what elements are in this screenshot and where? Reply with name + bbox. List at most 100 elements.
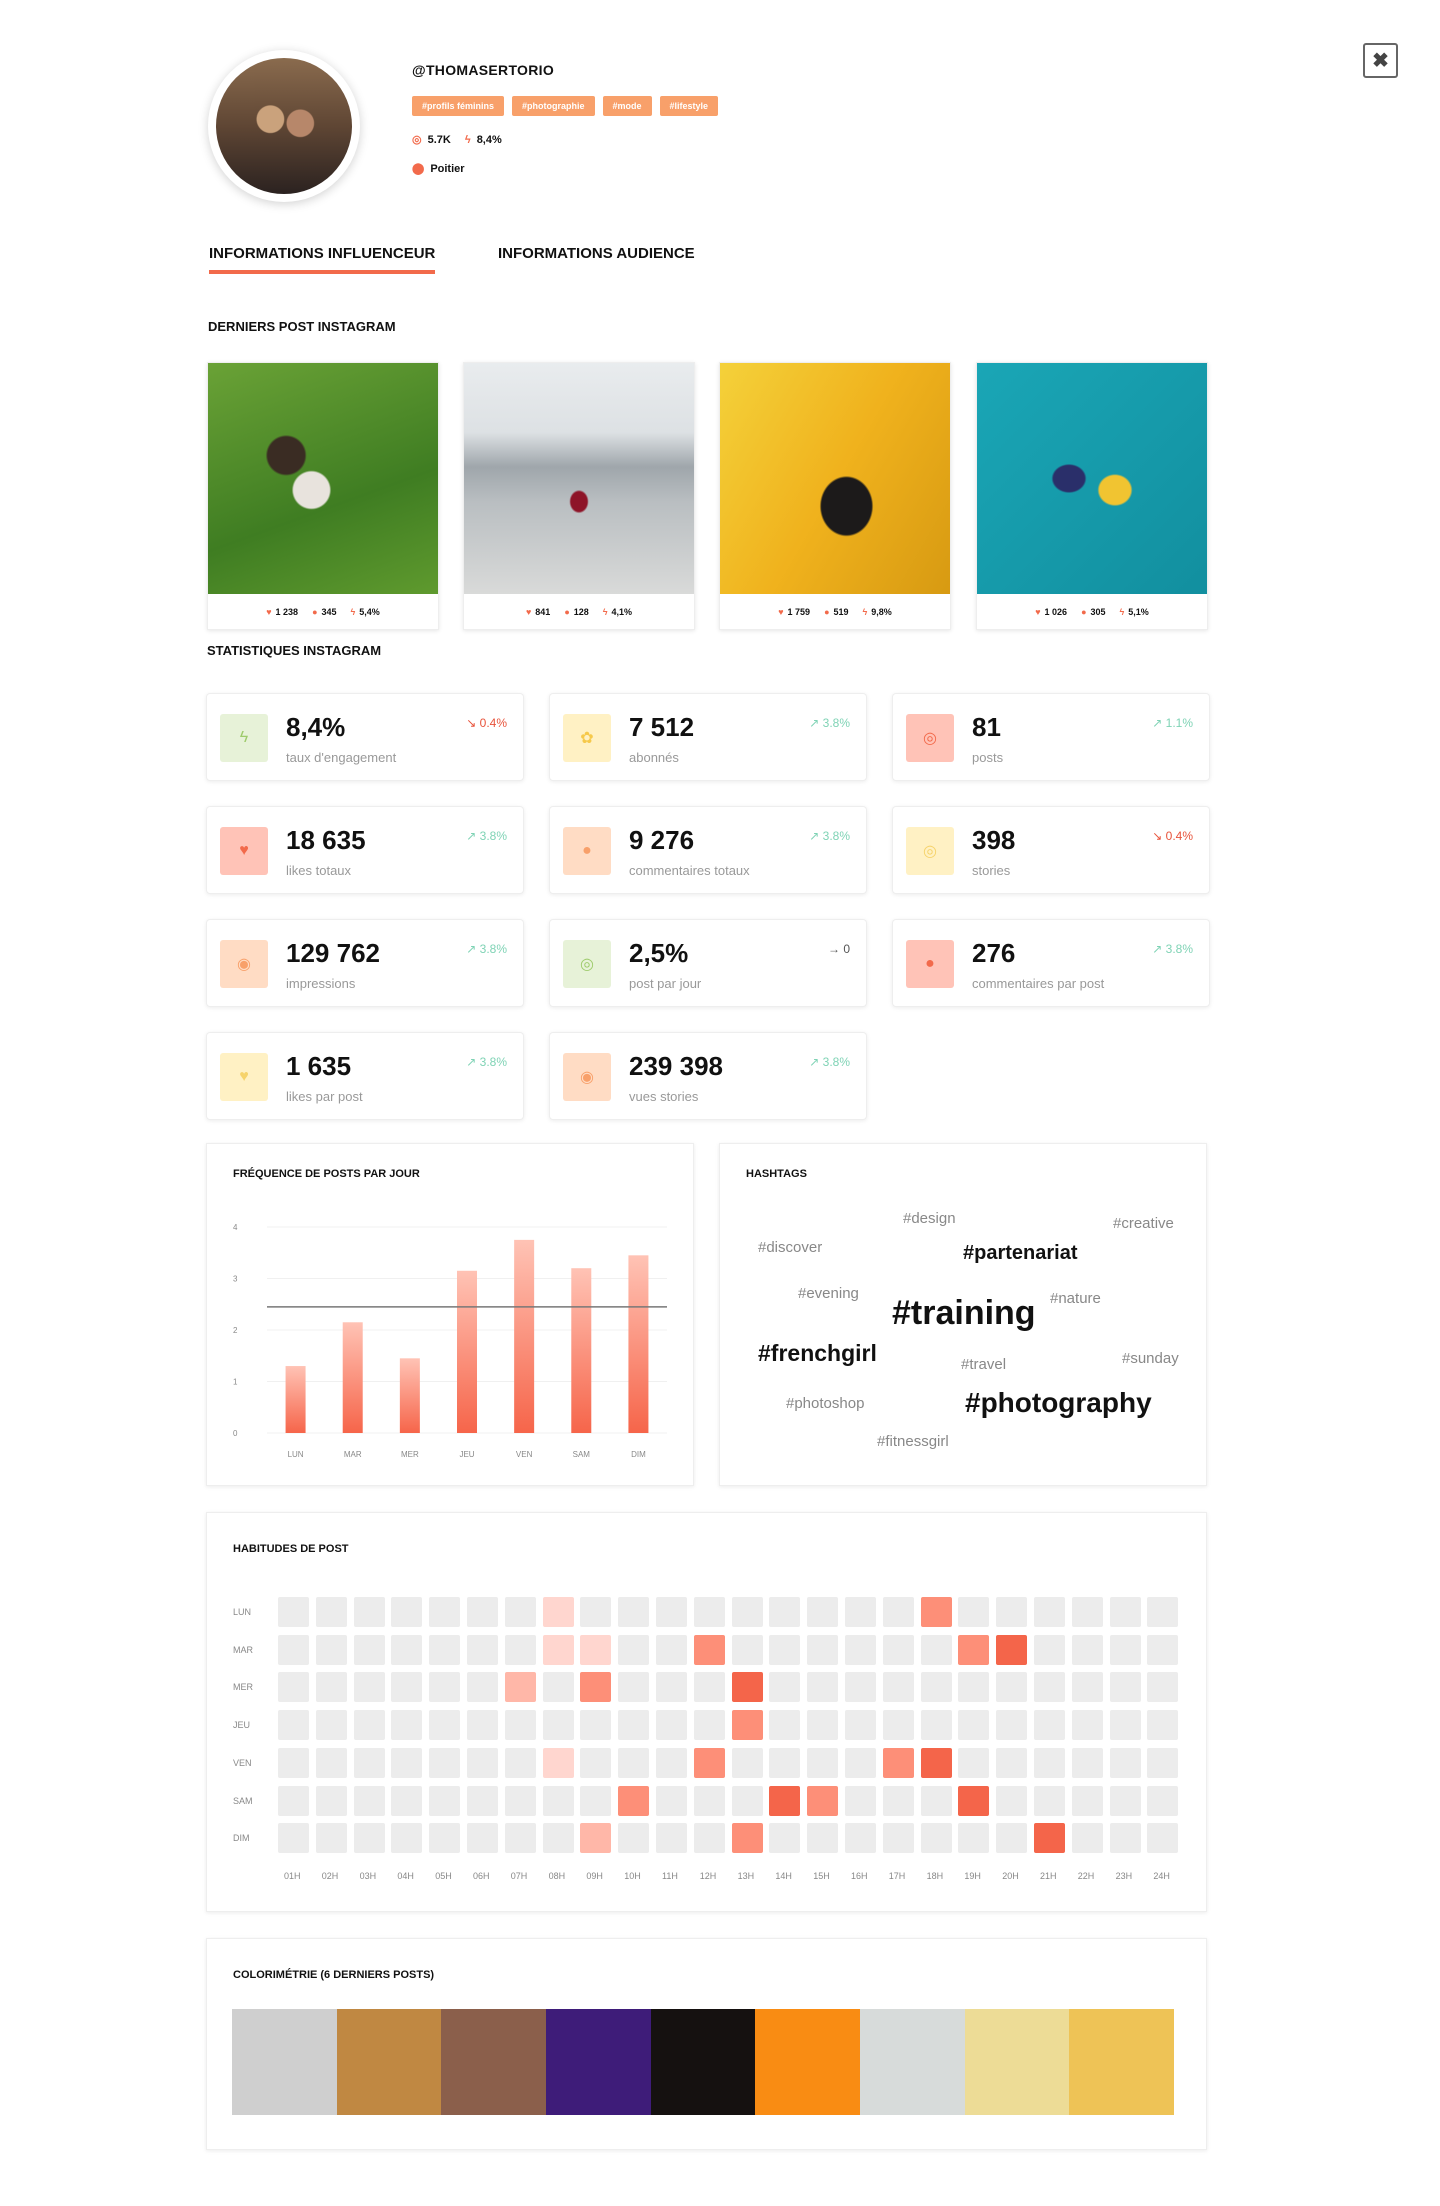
heatmap-cell[interactable] [315, 1823, 347, 1854]
heatmap-cell[interactable] [580, 1597, 612, 1627]
heatmap-cell[interactable] [920, 1634, 952, 1665]
heatmap-cell[interactable] [1071, 1823, 1103, 1854]
heatmap-cell[interactable] [1109, 1823, 1141, 1854]
heatmap-cell[interactable] [996, 1597, 1028, 1627]
hashtag[interactable]: #travel [961, 1356, 1006, 1373]
heatmap-cell[interactable] [1034, 1597, 1065, 1627]
heatmap-cell[interactable] [769, 1823, 801, 1854]
heatmap-cell[interactable] [807, 1710, 839, 1741]
heatmap-cell[interactable] [1109, 1785, 1141, 1816]
heatmap-cell[interactable] [920, 1710, 952, 1741]
heatmap-cell[interactable] [1034, 1672, 1065, 1703]
hashtag[interactable]: #fitnessgirl [877, 1433, 949, 1450]
heatmap-cell[interactable] [807, 1597, 839, 1627]
hashtag[interactable]: #design [903, 1210, 956, 1227]
heatmap-cell[interactable] [618, 1710, 650, 1741]
heatmap-cell[interactable] [580, 1823, 612, 1854]
heatmap-cell[interactable] [882, 1597, 914, 1627]
heatmap-cell[interactable] [920, 1785, 952, 1816]
post-card[interactable]: ♥ 1 238 ● 345 ϟ 5,4% [207, 362, 439, 630]
hashtag[interactable]: #photoshop [786, 1395, 864, 1412]
heatmap-cell[interactable] [1147, 1597, 1179, 1627]
heatmap-cell[interactable] [618, 1747, 650, 1778]
heatmap-cell[interactable] [845, 1747, 876, 1778]
heatmap-cell[interactable] [504, 1672, 536, 1703]
heatmap-cell[interactable] [693, 1823, 725, 1854]
heatmap-cell[interactable] [1034, 1823, 1065, 1854]
heatmap-cell[interactable] [1147, 1747, 1179, 1778]
heatmap-cell[interactable] [731, 1710, 763, 1741]
heatmap-cell[interactable] [1109, 1672, 1141, 1703]
close-button[interactable]: ✖ [1363, 43, 1398, 78]
heatmap-cell[interactable] [920, 1672, 952, 1703]
heatmap-cell[interactable] [504, 1823, 536, 1854]
heatmap-cell[interactable] [1109, 1747, 1141, 1778]
heatmap-cell[interactable] [882, 1747, 914, 1778]
heatmap-cell[interactable] [429, 1747, 461, 1778]
heatmap-cell[interactable] [1071, 1634, 1103, 1665]
heatmap-cell[interactable] [353, 1823, 385, 1854]
heatmap-cell[interactable] [1034, 1634, 1065, 1665]
tag[interactable]: #lifestyle [659, 96, 719, 116]
heatmap-cell[interactable] [656, 1823, 687, 1854]
heatmap-cell[interactable] [353, 1785, 385, 1816]
heatmap-cell[interactable] [845, 1672, 876, 1703]
tag[interactable]: #photographie [512, 96, 595, 116]
heatmap-cell[interactable] [1071, 1785, 1103, 1816]
heatmap-cell[interactable] [731, 1747, 763, 1778]
heatmap-cell[interactable] [693, 1672, 725, 1703]
bar[interactable] [399, 1358, 420, 1433]
tab-audience[interactable]: INFORMATIONS AUDIENCE [498, 245, 695, 262]
bar[interactable] [285, 1366, 306, 1433]
heatmap-cell[interactable] [618, 1672, 650, 1703]
heatmap-cell[interactable] [731, 1785, 763, 1816]
heatmap-cell[interactable] [807, 1747, 839, 1778]
heatmap-cell[interactable] [958, 1823, 990, 1854]
heatmap-cell[interactable] [1034, 1785, 1065, 1816]
heatmap-cell[interactable] [618, 1785, 650, 1816]
heatmap-cell[interactable] [996, 1672, 1028, 1703]
heatmap-cell[interactable] [580, 1710, 612, 1741]
heatmap-cell[interactable] [391, 1710, 423, 1741]
heatmap-cell[interactable] [504, 1747, 536, 1778]
heatmap-cell[interactable] [958, 1597, 990, 1627]
heatmap-cell[interactable] [278, 1823, 309, 1854]
heatmap-cell[interactable] [504, 1785, 536, 1816]
heatmap-cell[interactable] [958, 1672, 990, 1703]
heatmap-cell[interactable] [467, 1710, 498, 1741]
hashtag[interactable]: #partenariat [963, 1242, 1078, 1265]
heatmap-cell[interactable] [1034, 1710, 1065, 1741]
heatmap-cell[interactable] [278, 1747, 309, 1778]
heatmap-cell[interactable] [542, 1672, 574, 1703]
heatmap-cell[interactable] [882, 1710, 914, 1741]
heatmap-cell[interactable] [769, 1710, 801, 1741]
heatmap-cell[interactable] [656, 1785, 687, 1816]
heatmap-cell[interactable] [1034, 1747, 1065, 1778]
heatmap-cell[interactable] [693, 1710, 725, 1741]
heatmap-cell[interactable] [656, 1597, 687, 1627]
heatmap-cell[interactable] [618, 1634, 650, 1665]
heatmap-cell[interactable] [315, 1672, 347, 1703]
heatmap-cell[interactable] [693, 1597, 725, 1627]
heatmap-cell[interactable] [353, 1672, 385, 1703]
heatmap-cell[interactable] [769, 1634, 801, 1665]
heatmap-cell[interactable] [958, 1634, 990, 1665]
heatmap-cell[interactable] [1071, 1672, 1103, 1703]
heatmap-cell[interactable] [580, 1672, 612, 1703]
heatmap-cell[interactable] [1109, 1710, 1141, 1741]
heatmap-cell[interactable] [731, 1672, 763, 1703]
heatmap-cell[interactable] [504, 1710, 536, 1741]
heatmap-cell[interactable] [353, 1634, 385, 1665]
heatmap-cell[interactable] [882, 1823, 914, 1854]
bar[interactable] [457, 1270, 477, 1433]
heatmap-cell[interactable] [542, 1785, 574, 1816]
heatmap-cell[interactable] [693, 1634, 725, 1665]
hashtag[interactable]: #discover [758, 1239, 822, 1256]
post-card[interactable]: ♥ 841 ● 128 ϟ 4,1% [463, 362, 695, 630]
heatmap-cell[interactable] [391, 1823, 423, 1854]
heatmap-cell[interactable] [1147, 1710, 1179, 1741]
post-card[interactable]: ♥ 1 026 ● 305 ϟ 5,1% [976, 362, 1208, 630]
hashtag[interactable]: #frenchgirl [758, 1340, 877, 1367]
heatmap-cell[interactable] [1071, 1710, 1103, 1741]
heatmap-cell[interactable] [769, 1785, 801, 1816]
